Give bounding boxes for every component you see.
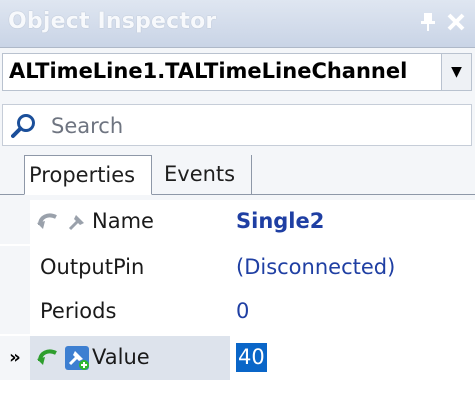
property-value[interactable]: Single2 (236, 209, 324, 233)
tab-events[interactable]: Events (160, 155, 252, 195)
row-gutter (0, 200, 30, 244)
property-value[interactable]: 0 (236, 299, 249, 323)
property-value[interactable]: (Disconnected) (236, 255, 395, 279)
property-name-label: Name (92, 209, 154, 233)
object-inspector-panel: Object Inspector ALTimeLine1.TALTimeLine… (0, 0, 475, 396)
property-row-name[interactable]: Name Single2 (0, 200, 475, 244)
property-name-cell: OutputPin (30, 246, 230, 290)
component-selector-value: ALTimeLine1.TALTimeLineChannel (9, 59, 408, 83)
property-pin-icon (68, 215, 84, 231)
title-bar[interactable]: Object Inspector (0, 0, 475, 48)
pin-icon[interactable] (418, 11, 438, 33)
property-name-label: Value (92, 345, 150, 369)
property-value-input[interactable]: 40 (236, 343, 267, 372)
tab-properties[interactable]: Properties (24, 155, 152, 195)
component-selector[interactable]: ALTimeLine1.TALTimeLineChannel ▼ (2, 53, 472, 91)
property-name-label: Periods (40, 299, 117, 323)
property-name-cell: Value (30, 336, 230, 380)
window-title: Object Inspector (8, 9, 217, 34)
search-field[interactable]: Search (2, 104, 472, 146)
property-name-cell: Periods (30, 290, 230, 334)
row-gutter (0, 246, 30, 290)
search-placeholder: Search (51, 114, 124, 138)
search-icon (11, 114, 35, 138)
property-grid: Name Single2 OutputPin (Disconnected) Pe… (0, 200, 475, 396)
property-name-cell: Name (30, 200, 230, 244)
revert-icon (37, 213, 57, 229)
property-row-value[interactable]: » Value 40 (0, 336, 475, 380)
property-row-periods[interactable]: Periods 0 (0, 290, 475, 334)
tab-strip: Properties Events (0, 155, 475, 195)
close-icon[interactable] (446, 11, 466, 33)
chevron-down-icon[interactable]: ▼ (441, 54, 471, 90)
current-row-marker: » (0, 336, 30, 380)
row-gutter (0, 290, 30, 334)
property-row-outputpin[interactable]: OutputPin (Disconnected) (0, 246, 475, 290)
property-name-label: OutputPin (40, 255, 145, 279)
revert-icon[interactable] (36, 345, 62, 371)
property-value-editor[interactable] (232, 336, 475, 380)
add-pin-icon[interactable] (64, 345, 90, 371)
